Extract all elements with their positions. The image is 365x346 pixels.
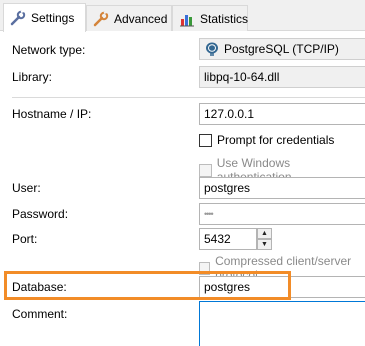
- network-type-select[interactable]: PostgreSQL (TCP/IP): [199, 38, 365, 60]
- port-input[interactable]: 5432: [199, 228, 257, 250]
- tab-settings[interactable]: Settings: [3, 3, 86, 32]
- comment-textarea[interactable]: [199, 301, 365, 346]
- checkbox-box[interactable]: [199, 133, 212, 147]
- tab-settings-label: Settings: [31, 11, 75, 25]
- spin-up-icon[interactable]: ▲: [257, 228, 272, 239]
- prompt-credentials-checkbox[interactable]: Prompt for credentials: [199, 133, 334, 147]
- tab-advanced-label: Advanced: [114, 11, 168, 26]
- tab-statistics-label: Statistics: [200, 11, 249, 26]
- wrench-icon: [10, 10, 26, 26]
- password-value: ••••: [204, 209, 214, 219]
- user-label: User:: [12, 181, 41, 195]
- password-label: Password:: [12, 207, 69, 221]
- hostname-input[interactable]: 127.0.0.1: [199, 103, 365, 125]
- user-value: postgres: [204, 181, 251, 195]
- hostname-value: 127.0.0.1: [204, 107, 255, 121]
- port-spinner[interactable]: ▲ ▼: [257, 228, 272, 250]
- tab-statistics[interactable]: Statistics: [172, 5, 248, 31]
- checkbox-box[interactable]: [199, 163, 212, 177]
- tab-bar: Settings Advanced Statistics: [0, 0, 365, 32]
- library-value: libpq-10-64.dll: [204, 70, 280, 84]
- database-highlight-box: [4, 271, 291, 300]
- library-select[interactable]: libpq-10-64.dll: [199, 66, 365, 88]
- spin-down-icon[interactable]: ▼: [257, 239, 272, 250]
- network-type-value: PostgreSQL (TCP/IP): [224, 42, 339, 56]
- port-label: Port:: [12, 232, 38, 246]
- user-input[interactable]: postgres: [199, 177, 365, 199]
- port-value: 5432: [204, 232, 231, 246]
- comment-label: Comment:: [12, 307, 68, 321]
- password-input[interactable]: ••••: [199, 203, 365, 225]
- section-divider: [12, 97, 365, 98]
- postgresql-elephant-icon: [204, 41, 220, 57]
- tab-advanced[interactable]: Advanced: [86, 5, 172, 31]
- bar-chart-icon: [179, 11, 195, 27]
- prompt-credentials-label: Prompt for credentials: [217, 133, 335, 147]
- hostname-label: Hostname / IP:: [12, 107, 92, 121]
- wrench-icon: [93, 10, 109, 27]
- network-type-label: Network type:: [12, 43, 86, 57]
- library-label: Library:: [12, 70, 53, 84]
